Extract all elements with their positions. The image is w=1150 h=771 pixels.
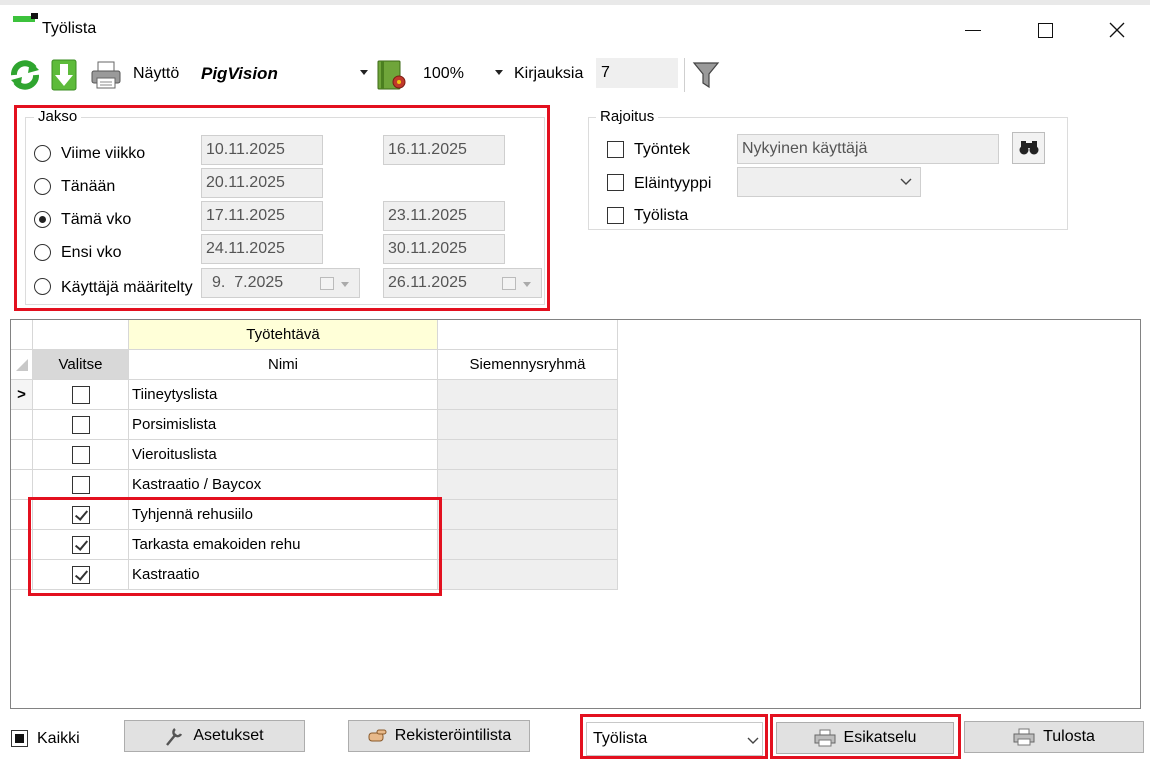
highlight-checked-rows bbox=[28, 497, 442, 596]
grid-group-header: Työtehtävä bbox=[129, 320, 438, 350]
minimize-button[interactable] bbox=[950, 14, 996, 46]
print-toolbar-button[interactable] bbox=[90, 60, 122, 90]
download-arrow-icon bbox=[51, 59, 77, 91]
grid-header-blank-right bbox=[438, 320, 618, 350]
download-button[interactable] bbox=[50, 59, 78, 91]
settings-label: Asetukset bbox=[193, 727, 264, 744]
entries-count: 7 bbox=[596, 58, 678, 88]
table-row-group[interactable] bbox=[438, 410, 618, 440]
animal-type-label: Eläintyyppi bbox=[634, 175, 712, 192]
indeterminate-mark bbox=[15, 734, 24, 743]
filter-button[interactable] bbox=[692, 60, 720, 90]
grid-corner-top bbox=[11, 320, 33, 350]
employee-label: Työntek bbox=[634, 141, 691, 158]
table-row-name[interactable]: Porsimislista bbox=[129, 410, 438, 440]
settings-button[interactable]: Asetukset bbox=[124, 720, 305, 752]
column-header-insemination-group[interactable]: Siemennysryhmä bbox=[438, 350, 618, 380]
maximize-button[interactable] bbox=[1022, 14, 1068, 46]
all-checkbox[interactable] bbox=[11, 730, 28, 747]
corner-triangle-icon bbox=[15, 358, 28, 371]
grid-header-row: Valitse Nimi Siemennysryhmä bbox=[11, 350, 618, 380]
table-row-group[interactable] bbox=[438, 440, 618, 470]
table-row-name[interactable]: Kastraatio / Baycox bbox=[129, 470, 438, 500]
display-select-value: PigVision bbox=[201, 64, 278, 83]
highlight-period bbox=[14, 105, 550, 311]
entries-label: Kirjauksia bbox=[514, 65, 584, 82]
register-list-button[interactable]: Rekisteröintilista bbox=[348, 720, 530, 752]
table-row-name[interactable]: Tiineytyslista bbox=[129, 380, 438, 410]
animal-type-checkbox[interactable] bbox=[607, 174, 624, 191]
table-row-group[interactable] bbox=[438, 380, 618, 410]
print-button[interactable]: Tulosta bbox=[964, 721, 1144, 753]
table-row-name[interactable]: Vieroituslista bbox=[129, 440, 438, 470]
table-row-select-cell[interactable] bbox=[33, 440, 129, 470]
close-icon bbox=[1109, 22, 1125, 38]
maximize-icon bbox=[1037, 22, 1053, 38]
minimize-icon bbox=[965, 29, 981, 31]
current-row-marker: > bbox=[11, 380, 33, 410]
table-row-select-cell[interactable] bbox=[33, 470, 129, 500]
table-row-select-cell[interactable] bbox=[33, 380, 129, 410]
grid-corner bbox=[11, 350, 33, 380]
row-header bbox=[11, 440, 33, 470]
register-list-label: Rekisteröintilista bbox=[394, 727, 512, 744]
wrench-icon bbox=[166, 728, 183, 746]
app-logo-mark bbox=[31, 13, 38, 19]
highlight-report-select bbox=[580, 714, 768, 759]
animal-type-select[interactable] bbox=[737, 167, 921, 197]
row-checkbox[interactable] bbox=[71, 475, 90, 494]
row-header bbox=[11, 470, 33, 500]
refresh-icon bbox=[11, 60, 39, 90]
printer-icon bbox=[91, 61, 121, 89]
filter-funnel-icon bbox=[692, 62, 720, 89]
chevron-down-icon bbox=[495, 70, 503, 75]
employee-field[interactable]: Nykyinen käyttäjä bbox=[737, 134, 999, 164]
worklist-label: Työlista bbox=[634, 207, 689, 224]
row-checkbox[interactable] bbox=[71, 415, 90, 434]
table-row-group[interactable] bbox=[438, 470, 618, 500]
display-label: Näyttö bbox=[133, 65, 180, 82]
pointing-hand-icon bbox=[368, 729, 387, 742]
printer-icon bbox=[1013, 728, 1035, 746]
display-settings-button[interactable] bbox=[375, 59, 407, 91]
display-select[interactable]: PigVision bbox=[193, 60, 373, 88]
table-row-group[interactable] bbox=[438, 500, 618, 530]
print-label: Tulosta bbox=[1043, 728, 1095, 745]
zoom-select-value: 100% bbox=[423, 65, 464, 82]
settings-book-icon bbox=[377, 60, 406, 90]
window-top-edge bbox=[0, 0, 1150, 5]
column-header-select[interactable]: Valitse bbox=[33, 350, 129, 380]
table-row-group[interactable] bbox=[438, 530, 618, 560]
row-checkbox[interactable] bbox=[71, 385, 90, 404]
employee-lookup-button[interactable] bbox=[1012, 132, 1045, 164]
worklist-checkbox[interactable] bbox=[607, 207, 624, 224]
highlight-preview-button bbox=[770, 714, 961, 759]
grid-header-group-row: Työtehtävä bbox=[11, 320, 618, 350]
all-label: Kaikki bbox=[37, 730, 80, 747]
grid-header-blank bbox=[33, 320, 129, 350]
row-checkbox[interactable] bbox=[71, 445, 90, 464]
close-button[interactable] bbox=[1094, 14, 1140, 46]
refresh-button[interactable] bbox=[8, 58, 42, 92]
chevron-down-icon bbox=[360, 70, 368, 75]
zoom-select[interactable]: 100% bbox=[415, 60, 508, 88]
restriction-legend: Rajoitus bbox=[596, 108, 659, 125]
binoculars-icon bbox=[1019, 141, 1038, 155]
chevron-down-icon bbox=[900, 178, 912, 185]
column-header-name[interactable]: Nimi bbox=[129, 350, 438, 380]
row-header bbox=[11, 410, 33, 440]
window-title: Työlista bbox=[42, 20, 97, 37]
toolbar-separator bbox=[684, 58, 686, 92]
employee-checkbox[interactable] bbox=[607, 141, 624, 158]
table-row-group[interactable] bbox=[438, 560, 618, 590]
table-row-select-cell[interactable] bbox=[33, 410, 129, 440]
